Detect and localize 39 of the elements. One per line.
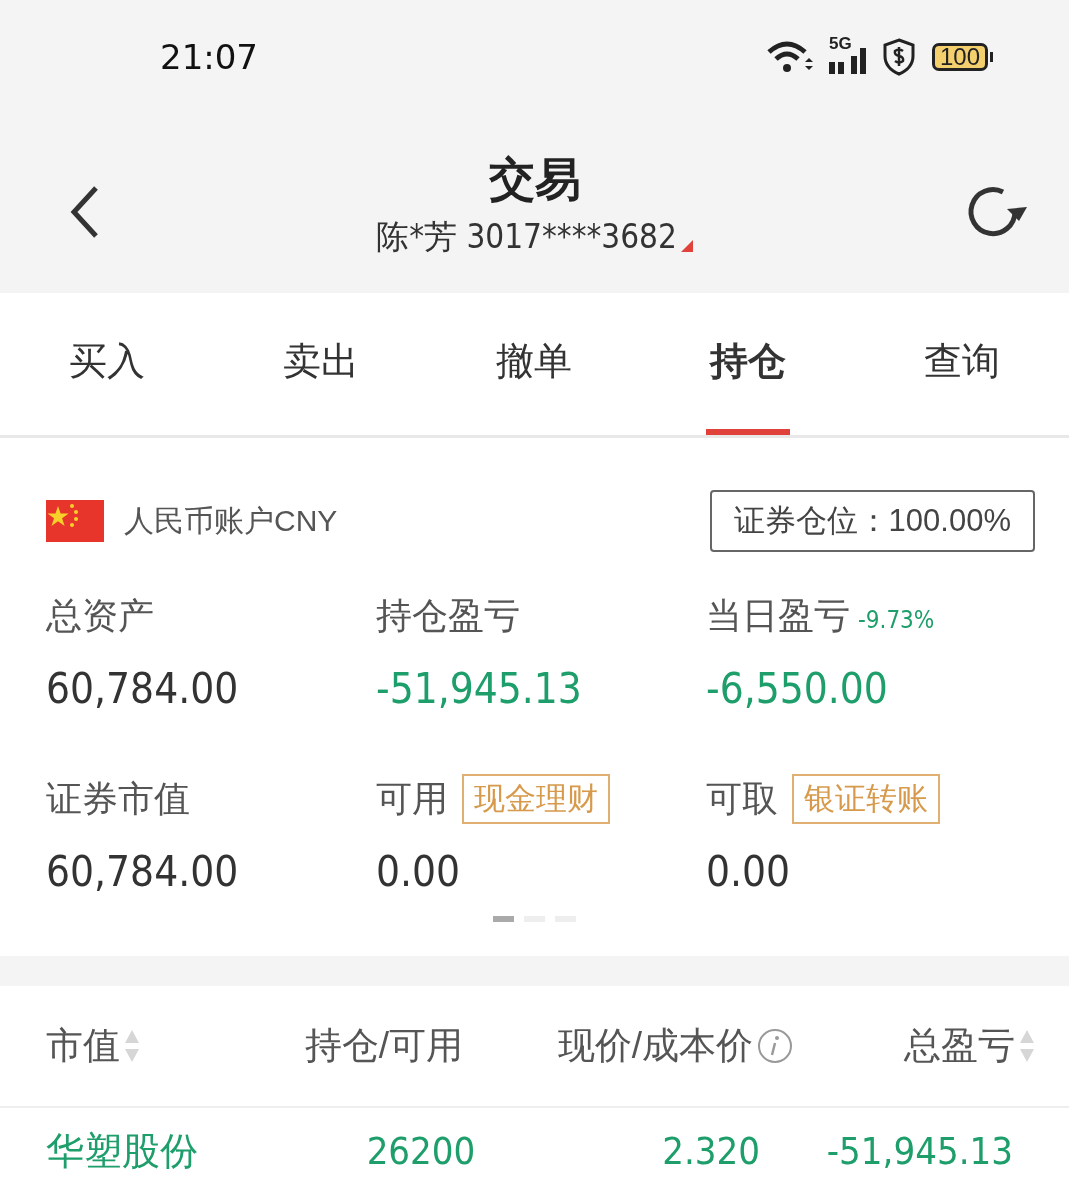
metric-label: 持仓盈亏 <box>376 593 520 638</box>
tab[interactable]: 持仓 <box>641 293 856 435</box>
metric-label: 证券市值 <box>46 776 190 821</box>
sort-icon[interactable] <box>1019 1028 1035 1064</box>
column-header[interactable]: 总盈亏 <box>904 1021 1015 1071</box>
dropdown-corner-icon[interactable] <box>680 240 693 252</box>
table-cell-text: 2.320 <box>661 1130 760 1172</box>
metric-label: 总资产 <box>46 593 154 638</box>
wifi-icon <box>766 40 813 74</box>
tab[interactable]: 卖出 <box>213 293 428 435</box>
metric-value: 60,784.00 <box>46 847 240 896</box>
table-cell-text: 26200 <box>365 1130 477 1172</box>
position-ratio-badge: 证券仓位：100.00% <box>709 490 1035 552</box>
metric-value: -6,550.00 <box>706 664 889 713</box>
account-currency: 人民币账户CNY <box>124 502 339 539</box>
info-icon[interactable] <box>757 1028 793 1064</box>
sort-icon[interactable] <box>124 1028 140 1064</box>
page-title: 交易 <box>488 152 581 207</box>
tab[interactable]: 查询 <box>855 293 1069 435</box>
column-header[interactable]: 市值 <box>46 1021 120 1071</box>
column-header: 持仓/可用 <box>304 1024 464 1068</box>
account-selector[interactable]: 陈*芳 3017****3682 <box>376 215 677 260</box>
metric-label: 当日盈亏 <box>706 593 850 638</box>
metric-label: 可用 <box>376 776 448 821</box>
flag-icon <box>46 500 104 542</box>
shield-dollar-icon <box>881 38 916 76</box>
battery-indicator: 100 <box>931 43 993 71</box>
change-percent: -9.73% <box>858 606 935 634</box>
clock: 21:07 <box>160 37 259 77</box>
metric-value: -51,945.13 <box>376 664 583 713</box>
metric-label: 可取 <box>706 776 778 821</box>
page-indicator[interactable] <box>493 916 514 922</box>
table-cell-text: -51,945.13 <box>825 1130 1013 1172</box>
metric-value: 0.00 <box>376 847 462 896</box>
tab[interactable]: 买入 <box>0 293 214 435</box>
tab[interactable]: 撤单 <box>427 293 642 435</box>
metric-value: 0.00 <box>706 847 792 896</box>
metric-value: 60,784.00 <box>46 664 240 713</box>
column-header: 现价/成本价 <box>557 1024 753 1068</box>
